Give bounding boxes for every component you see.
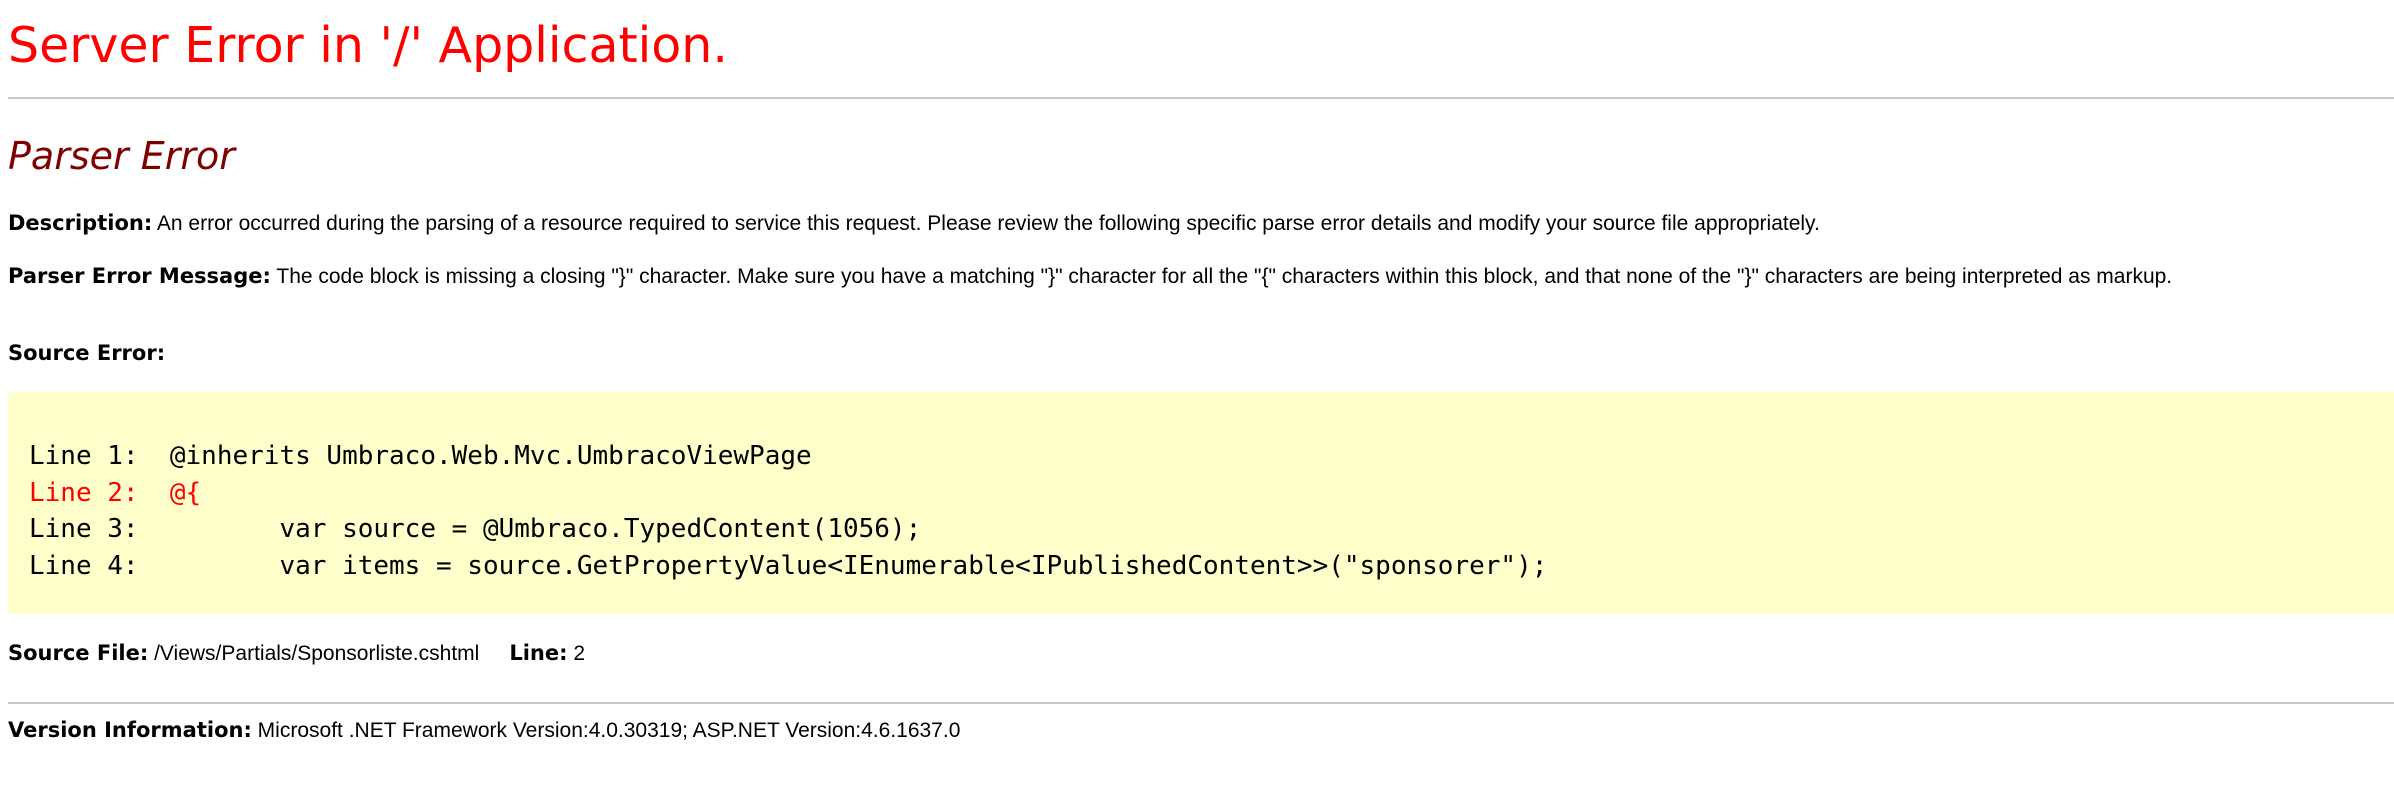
code-line-2-error: Line 2: @{ [29,477,202,508]
source-file-path: /Views/Partials/Sponsorliste.cshtml [148,642,480,665]
version-information-text: Microsoft .NET Framework Version:4.0.303… [251,719,961,742]
description-label: Description: [8,211,153,235]
code-line-1: Line 1: @inherits Umbraco.Web.Mvc.Umbrac… [29,441,812,471]
version-information-line: Version Information: Microsoft .NET Fram… [8,715,960,746]
error-type-heading: Parser Error [8,134,235,178]
line-number-label: Line: [509,641,568,665]
version-information-label: Version Information: [8,718,252,742]
page-title: Server Error in '/' Application. [8,17,728,74]
source-code: Line 1: @inherits Umbraco.Web.Mvc.Umbrac… [29,438,1547,584]
line-number-value: 2 [567,642,586,665]
divider-bottom [8,702,2394,704]
source-file-label: Source File: [8,641,149,665]
source-code-block: Line 1: @inherits Umbraco.Web.Mvc.Umbrac… [8,392,2394,614]
parser-error-message-line: Parser Error Message: The code block is … [8,261,2172,292]
description-line: Description: An error occurred during th… [8,208,1820,239]
divider-top [8,97,2394,99]
source-error-label: Source Error: [8,341,166,365]
parser-error-message-label: Parser Error Message: [8,264,271,288]
source-error-line: Source Error: [8,338,165,369]
code-line-4: Line 4: var items = source.GetPropertyVa… [29,550,1548,581]
parser-error-message-text: The code block is missing a closing "}" … [270,265,2173,288]
error-page: Server Error in '/' Application. Parser … [0,0,2394,806]
description-text: An error occurred during the parsing of … [152,212,1820,235]
source-file-line: Source File: /Views/Partials/Sponsorlist… [8,638,585,669]
code-line-3: Line 3: var source = @Umbraco.TypedConte… [29,514,922,544]
